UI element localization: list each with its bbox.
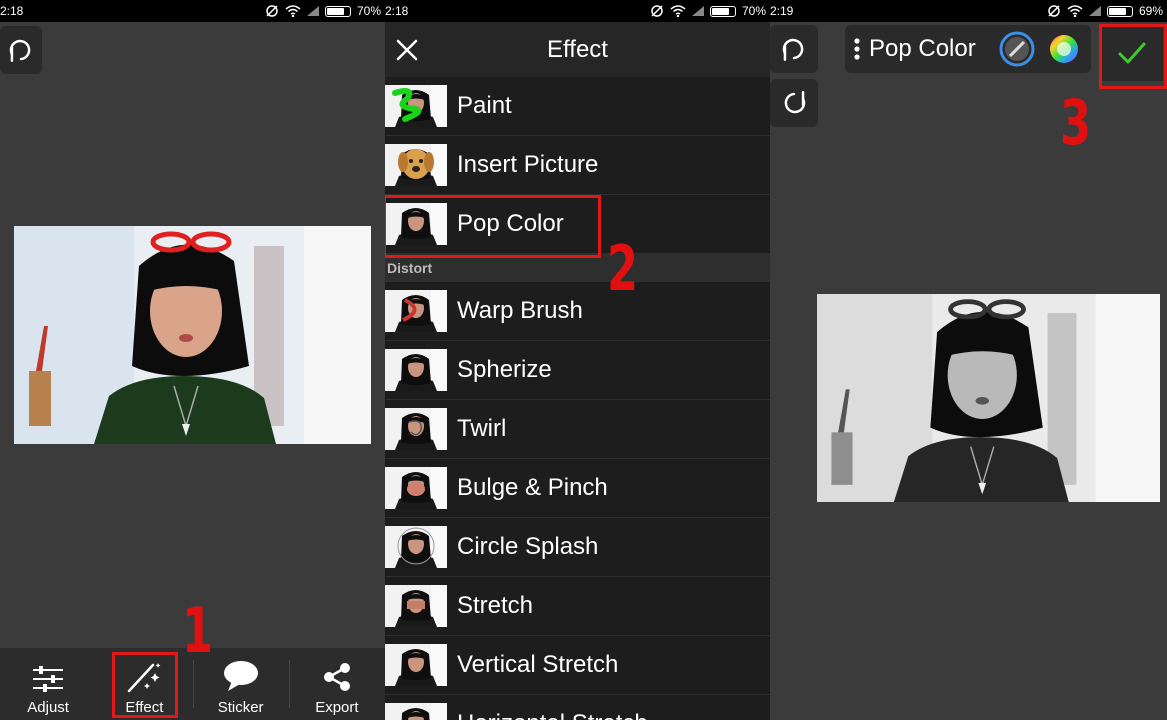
pop-color-panel: 2:19 69% Pop Color 3 xyxy=(770,0,1167,720)
close-icon[interactable] xyxy=(391,34,423,66)
alarm-icon xyxy=(1048,5,1060,17)
effect-header: Effect xyxy=(385,22,770,77)
export-label: Export xyxy=(315,699,359,716)
undo-icon xyxy=(7,34,35,66)
list-item-label: Stretch xyxy=(457,592,534,619)
battery-percent: 70% xyxy=(356,4,381,18)
divider xyxy=(192,660,194,708)
thumbnail xyxy=(385,644,447,686)
color-wheel-icon[interactable] xyxy=(1048,33,1080,65)
signal-icon xyxy=(691,6,704,16)
pop-color-highlight-box xyxy=(385,195,601,258)
wifi-icon xyxy=(285,5,301,17)
more-options-icon[interactable] xyxy=(847,33,867,65)
battery-icon xyxy=(1106,5,1133,17)
redo-icon xyxy=(780,87,808,119)
thumbnail xyxy=(385,467,447,509)
battery-icon xyxy=(324,5,351,17)
thumbnail xyxy=(385,349,447,391)
status-time: 2:18 xyxy=(385,4,409,18)
effect-item-twirl[interactable]: Twirl xyxy=(385,400,770,459)
photo-canvas[interactable] xyxy=(817,294,1160,502)
effect-item-warp-brush[interactable]: Warp Brush xyxy=(385,282,770,341)
step-annotation-2: 2 xyxy=(607,232,639,305)
list-item-label: Vertical Stretch xyxy=(457,651,619,678)
divider xyxy=(288,660,290,708)
list-item-label: Circle Splash xyxy=(457,533,599,560)
thumbnail xyxy=(385,85,447,127)
status-bar: 2:18 70% xyxy=(385,0,770,22)
wifi-icon xyxy=(1067,5,1083,17)
thumbnail xyxy=(385,703,447,720)
effect-item-stretch[interactable]: Stretch xyxy=(385,577,770,636)
signal-icon xyxy=(1088,6,1101,16)
list-item-label: Paint xyxy=(457,92,512,119)
effect-item-bulge-pinch[interactable]: Bulge & Pinch xyxy=(385,459,770,518)
list-item-label: Bulge & Pinch xyxy=(457,474,608,501)
sliders-icon xyxy=(33,666,64,692)
step-annotation-1: 1 xyxy=(182,594,214,667)
step-annotation-3: 3 xyxy=(1060,86,1092,159)
effect-list: Paint Insert Picture Pop Color Distort W… xyxy=(385,77,770,720)
adjust-button[interactable]: Adjust xyxy=(0,648,96,720)
list-item-label: Spherize xyxy=(457,356,552,383)
effect-item-spherize[interactable]: Spherize xyxy=(385,341,770,400)
editor-panel: 2:18 70% Adjust Effect Sticker Export 1 xyxy=(0,0,385,720)
apply-highlight-box xyxy=(1099,24,1167,89)
alarm-icon xyxy=(651,5,663,17)
thumbnail xyxy=(385,290,447,332)
list-item-label: Horizontal Stretch xyxy=(457,710,648,720)
thumbnail xyxy=(385,408,447,450)
undo-button[interactable] xyxy=(0,26,42,74)
battery-percent: 70% xyxy=(741,4,766,18)
tool-title: Pop Color xyxy=(869,35,976,62)
speech-bubble-icon xyxy=(223,661,258,691)
thumbnail xyxy=(385,585,447,627)
redo-button[interactable] xyxy=(770,79,818,127)
undo-icon xyxy=(780,33,808,65)
sticker-label: Sticker xyxy=(217,699,264,716)
list-item-label: Warp Brush xyxy=(457,297,583,324)
thumbnail xyxy=(385,144,447,186)
export-button[interactable]: Export xyxy=(288,648,385,720)
battery-icon xyxy=(709,5,736,17)
page-title: Effect xyxy=(547,35,608,63)
status-time: 2:18 xyxy=(0,4,24,18)
status-bar: 2:18 70% xyxy=(0,0,385,22)
effect-item-insert-picture[interactable]: Insert Picture xyxy=(385,136,770,195)
photo-canvas[interactable] xyxy=(14,226,371,444)
list-item-label: Twirl xyxy=(457,415,507,442)
adjust-label: Adjust xyxy=(27,699,69,716)
section-header-distort: Distort xyxy=(385,254,770,282)
thumbnail xyxy=(385,526,447,568)
effect-item-vertical-stretch[interactable]: Vertical Stretch xyxy=(385,636,770,695)
list-item-label: Insert Picture xyxy=(457,151,599,178)
battery-percent: 69% xyxy=(1138,4,1163,18)
status-bar: 2:19 69% xyxy=(770,0,1167,22)
signal-icon xyxy=(306,6,319,16)
effect-item-paint[interactable]: Paint xyxy=(385,77,770,136)
undo-button[interactable] xyxy=(770,25,818,73)
alarm-icon xyxy=(266,5,278,17)
wifi-icon xyxy=(670,5,686,17)
status-time: 2:19 xyxy=(770,4,794,18)
share-icon xyxy=(323,663,350,691)
effect-item-horizontal-stretch[interactable]: Horizontal Stretch xyxy=(385,695,770,720)
effect-menu-panel: 2:18 70% Effect Paint Insert Picture Pop… xyxy=(385,0,770,720)
brush-mode-icon[interactable] xyxy=(998,30,1036,68)
effect-item-circle-splash[interactable]: Circle Splash xyxy=(385,518,770,577)
pop-color-toolbar: Pop Color xyxy=(845,25,1091,73)
effect-highlight-box xyxy=(112,652,178,718)
